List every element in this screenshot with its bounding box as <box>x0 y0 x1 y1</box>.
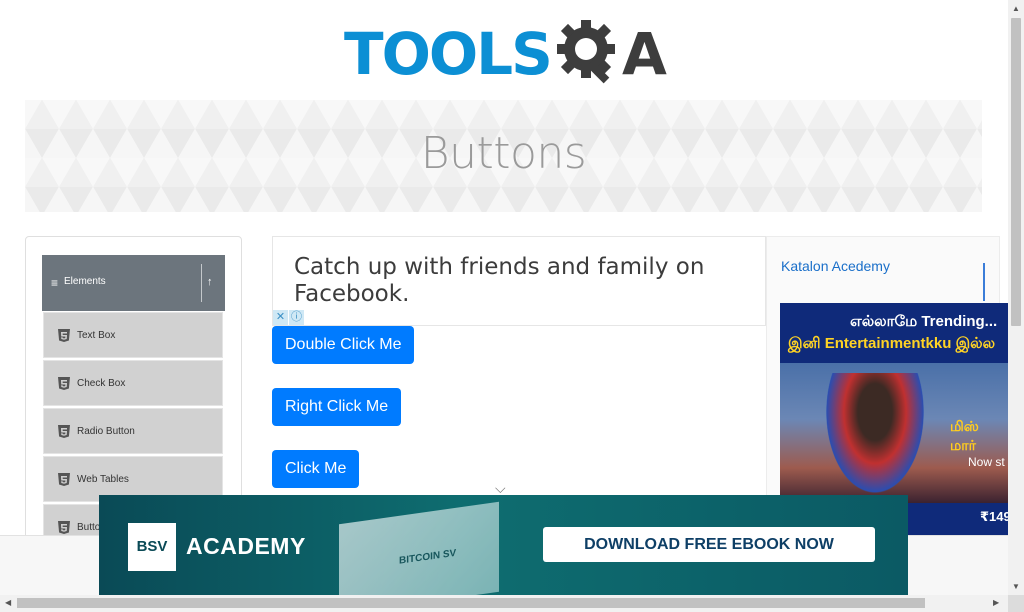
katalon-ad-border <box>983 263 985 301</box>
katalon-ad-image[interactable]: Katalon Acedemy <box>781 258 890 274</box>
double-click-button[interactable]: Double Click Me <box>272 326 415 364</box>
vertical-scrollbar[interactable]: ▲ ▼ <box>1008 0 1024 612</box>
adchoices-icon[interactable]: ⓘ <box>289 310 304 325</box>
header-divider <box>201 264 202 302</box>
bsv-logo: BSV <box>128 523 176 571</box>
scroll-right-icon[interactable]: ▶ <box>993 598 999 607</box>
sidebar-item-label: Text Box <box>77 330 116 341</box>
logo-a-text: A <box>622 20 667 88</box>
sidebar-item-label: Check Box <box>77 378 126 389</box>
scroll-up-icon[interactable]: ▲ <box>1012 4 1020 13</box>
streaming-ad-line1: எல்லாமே Trending... <box>850 313 998 330</box>
horizontal-scroll-thumb[interactable] <box>17 598 925 608</box>
ad-now-text: Now st <box>968 455 1005 469</box>
chevron-up-icon[interactable]: ↑ <box>207 276 213 288</box>
ebook-title: BITCOIN SV <box>399 547 457 567</box>
download-ebook-button[interactable]: DOWNLOAD FREE EBOOK NOW <box>543 527 875 562</box>
scroll-down-icon[interactable]: ▼ <box>1012 582 1020 591</box>
sidebar-item-text-box[interactable]: Text Box <box>43 312 223 358</box>
right-click-button[interactable]: Right Click Me <box>272 388 402 426</box>
facebook-ad-text: Catch up with friends and family on Face… <box>294 254 705 307</box>
page-banner: Buttons <box>25 100 982 212</box>
ebook-image: BITCOIN SV <box>339 501 499 595</box>
vertical-scroll-thumb[interactable] <box>1011 18 1021 326</box>
ad-poster-title: மிஸ் மார் <box>950 418 979 453</box>
group-label: Elements <box>64 276 106 287</box>
click-me-button[interactable]: Click Me <box>272 450 360 488</box>
page: TOOLS A Buttons ≡ Elements ↑ Text Box Ch… <box>0 0 1024 612</box>
scroll-left-icon[interactable]: ◀ <box>5 598 11 607</box>
sidebar-item-check-box[interactable]: Check Box <box>43 360 223 406</box>
html5-icon <box>58 425 70 438</box>
page-title: Buttons <box>420 128 587 179</box>
ad-hero-image <box>820 373 930 503</box>
scrollbar-corner <box>1008 595 1024 612</box>
elements-group-header[interactable]: ≡ Elements ↑ <box>42 255 225 311</box>
logo-tools-text: TOOLS <box>344 20 553 88</box>
sidebar-item-label: Radio Button <box>77 426 135 437</box>
ad-price: ₹149 <box>980 509 1008 524</box>
horizontal-scrollbar[interactable]: ◀ ▶ <box>0 595 1008 612</box>
html5-icon <box>58 377 70 390</box>
adchoices-controls: ✕ ⓘ <box>273 310 304 325</box>
close-icon[interactable]: ✕ <box>273 310 288 325</box>
bsv-academy-text: ACADEMY <box>186 533 306 559</box>
facebook-ad[interactable]: Catch up with friends and family on Face… <box>272 236 766 326</box>
menu-icon: ≡ <box>51 276 59 290</box>
toolsqa-logo[interactable]: TOOLS A <box>344 16 668 90</box>
streaming-ad-line2: இனி Entertainmentkku இல்ல <box>788 335 996 352</box>
sidebar-item-radio-button[interactable]: Radio Button <box>43 408 223 454</box>
sidebar-item-label: Web Tables <box>77 474 129 485</box>
html5-icon <box>58 521 70 534</box>
html5-icon <box>58 329 70 342</box>
html5-icon <box>58 473 70 486</box>
bsv-academy-ad[interactable]: BSV ACADEMY BITCOIN SV DOWNLOAD FREE EBO… <box>99 495 908 595</box>
